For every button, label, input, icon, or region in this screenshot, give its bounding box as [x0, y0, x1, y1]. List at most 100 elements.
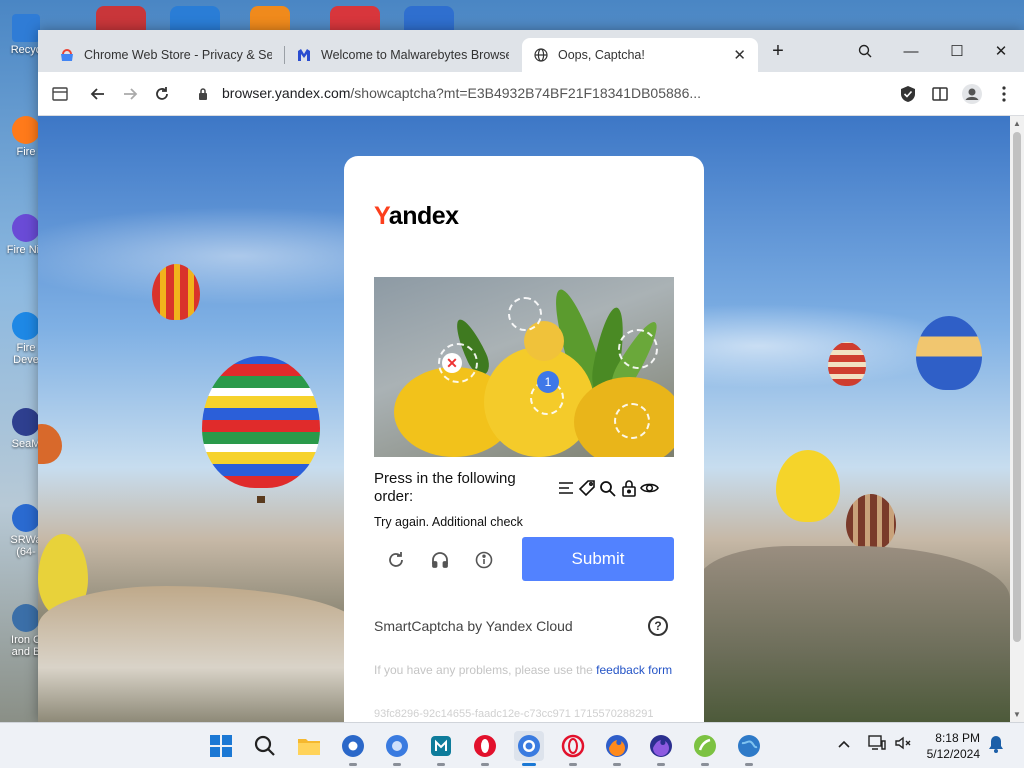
sidebar-icon	[52, 87, 68, 101]
scroll-up-arrow-icon[interactable]: ▲	[1013, 119, 1021, 128]
captcha-image[interactable]: ✕ 1	[374, 277, 674, 457]
firefox-developer-icon	[12, 312, 40, 340]
iron-browser-icon	[12, 604, 40, 632]
page-background: Yandex ✕ 1 Press in the following order:	[38, 116, 1010, 722]
hot-air-balloon	[38, 424, 62, 464]
hot-air-balloon	[152, 264, 200, 320]
yandex-browser-icon[interactable]	[514, 731, 544, 766]
captcha-card: Yandex ✕ 1 Press in the following order:	[344, 156, 704, 722]
chromium-icon[interactable]	[338, 731, 368, 766]
opera-gx-icon[interactable]	[558, 731, 588, 766]
reload-icon	[156, 87, 168, 100]
tab-search-button[interactable]	[842, 36, 888, 66]
hot-air-balloon	[828, 342, 866, 386]
malwarebytes-icon	[297, 48, 311, 62]
close-tab-icon[interactable]: ✕	[733, 46, 746, 64]
extension-button[interactable]	[894, 80, 922, 108]
volume-muted-icon[interactable]	[894, 735, 912, 754]
headphones-icon	[432, 552, 448, 568]
problems-note: If you have any problems, please use the…	[374, 662, 674, 678]
minimize-button[interactable]: —	[888, 36, 934, 66]
search-icon	[858, 44, 872, 58]
captcha-info-button[interactable]	[470, 546, 498, 574]
lock-icon	[199, 88, 207, 100]
network-icon[interactable]	[868, 735, 886, 754]
tag-icon	[577, 478, 596, 498]
desktop-icon-label: Fire	[16, 146, 36, 158]
show-hidden-icons-chevron-icon[interactable]	[838, 737, 850, 751]
captcha-target-icon[interactable]	[618, 329, 658, 369]
close-window-button[interactable]: ✕	[978, 36, 1024, 66]
captcha-instruction: Press in the following order:	[374, 470, 516, 505]
address-bar[interactable]: browser.yandex.com/showcaptcha?mt=E3B493…	[222, 85, 701, 101]
globe-browser-icon[interactable]	[734, 731, 764, 766]
chrome-web-store-icon	[60, 48, 74, 62]
notification-bell-icon[interactable]	[988, 735, 1004, 756]
coccoc-icon[interactable]	[690, 731, 720, 766]
valley-landscape	[698, 546, 1010, 722]
split-view-button[interactable]	[926, 80, 954, 108]
padlock-icon	[619, 478, 638, 498]
yandex-logo: Yandex	[374, 202, 459, 231]
firefox-icon[interactable]	[602, 731, 632, 766]
tab-malwarebytes[interactable]: Welcome to Malwarebytes Browser	[285, 38, 521, 72]
tab-title: Welcome to Malwarebytes Browser	[321, 48, 509, 62]
address-path: /showcaptcha?mt=E3B4932B74BF21F18341DB05…	[350, 85, 702, 101]
back-button[interactable]	[84, 80, 112, 108]
logo-text: andex	[388, 202, 459, 230]
hot-air-balloon	[776, 450, 840, 522]
clock-time: 8:18 PM	[935, 731, 980, 745]
system-clock[interactable]: 8:18 PM 5/12/2024	[927, 730, 980, 762]
firefox-nightly-icon[interactable]	[646, 731, 676, 766]
forward-button[interactable]	[116, 80, 144, 108]
windows-start-icon[interactable]	[206, 731, 236, 761]
scroll-down-arrow-icon[interactable]: ▼	[1013, 710, 1021, 719]
tab-strip: Chrome Web Store - Privacy & Secu Welcom…	[38, 30, 1024, 72]
new-tab-button[interactable]: +	[763, 36, 793, 66]
help-icon[interactable]: ?	[648, 616, 668, 636]
file-explorer-icon[interactable]	[294, 731, 324, 761]
tab-title: Chrome Web Store - Privacy & Secu	[84, 48, 272, 62]
opera-icon[interactable]	[470, 731, 500, 766]
profile-button[interactable]	[958, 80, 986, 108]
logo-letter-y: Y	[374, 202, 389, 230]
menu-button[interactable]	[990, 80, 1018, 108]
maximize-button[interactable]: ☐	[934, 36, 980, 66]
captcha-target-icon[interactable]	[614, 403, 650, 439]
sidebar-button[interactable]	[46, 80, 74, 108]
reload-button[interactable]	[148, 80, 176, 108]
problems-text: If you have any problems, please use the	[374, 663, 597, 677]
audio-captcha-button[interactable]	[426, 546, 454, 574]
request-id: 93fc8296-92c14655-faadc12e-c73cc971 1715…	[374, 708, 654, 720]
scrollbar-thumb[interactable]	[1013, 132, 1021, 642]
submit-button[interactable]: Submit	[522, 537, 674, 581]
srware-icon	[12, 504, 40, 532]
info-icon	[475, 551, 493, 569]
firefox-nightly-icon	[12, 214, 40, 242]
lines-icon	[556, 478, 575, 498]
desktop-icon-label: Recyc	[10, 44, 42, 56]
search-icon[interactable]	[250, 731, 280, 761]
browser-toolbar: browser.yandex.com/showcaptcha?mt=E3B493…	[38, 72, 1024, 116]
feedback-form-link[interactable]: feedback form	[596, 663, 672, 677]
chrome-icon[interactable]	[382, 731, 412, 766]
firefox-icon	[12, 116, 40, 144]
wrong-click-marker-icon: ✕	[442, 353, 462, 373]
refresh-captcha-button[interactable]	[382, 546, 410, 574]
site-info-button[interactable]	[194, 80, 212, 108]
desktop-icon-label: SRWa (64-	[10, 534, 42, 558]
globe-icon	[534, 48, 548, 62]
tab-chrome-web-store[interactable]: Chrome Web Store - Privacy & Secu	[48, 38, 284, 72]
tab-oops-captcha[interactable]: Oops, Captcha! ✕	[522, 38, 758, 72]
magnifier-icon	[598, 478, 617, 498]
split-screen-icon	[932, 87, 948, 101]
balloon-basket	[257, 496, 265, 503]
seamonkey-icon	[12, 408, 40, 436]
imazing-icon[interactable]	[426, 731, 456, 766]
tab-title: Oops, Captcha!	[558, 48, 645, 62]
back-arrow-icon	[90, 88, 104, 100]
taskbar: 8:18 PM 5/12/2024	[0, 722, 1024, 768]
page-scrollbar[interactable]: ▲ ▼	[1010, 116, 1024, 722]
captcha-target-icon[interactable]	[508, 297, 542, 331]
clock-date: 5/12/2024	[926, 747, 980, 761]
